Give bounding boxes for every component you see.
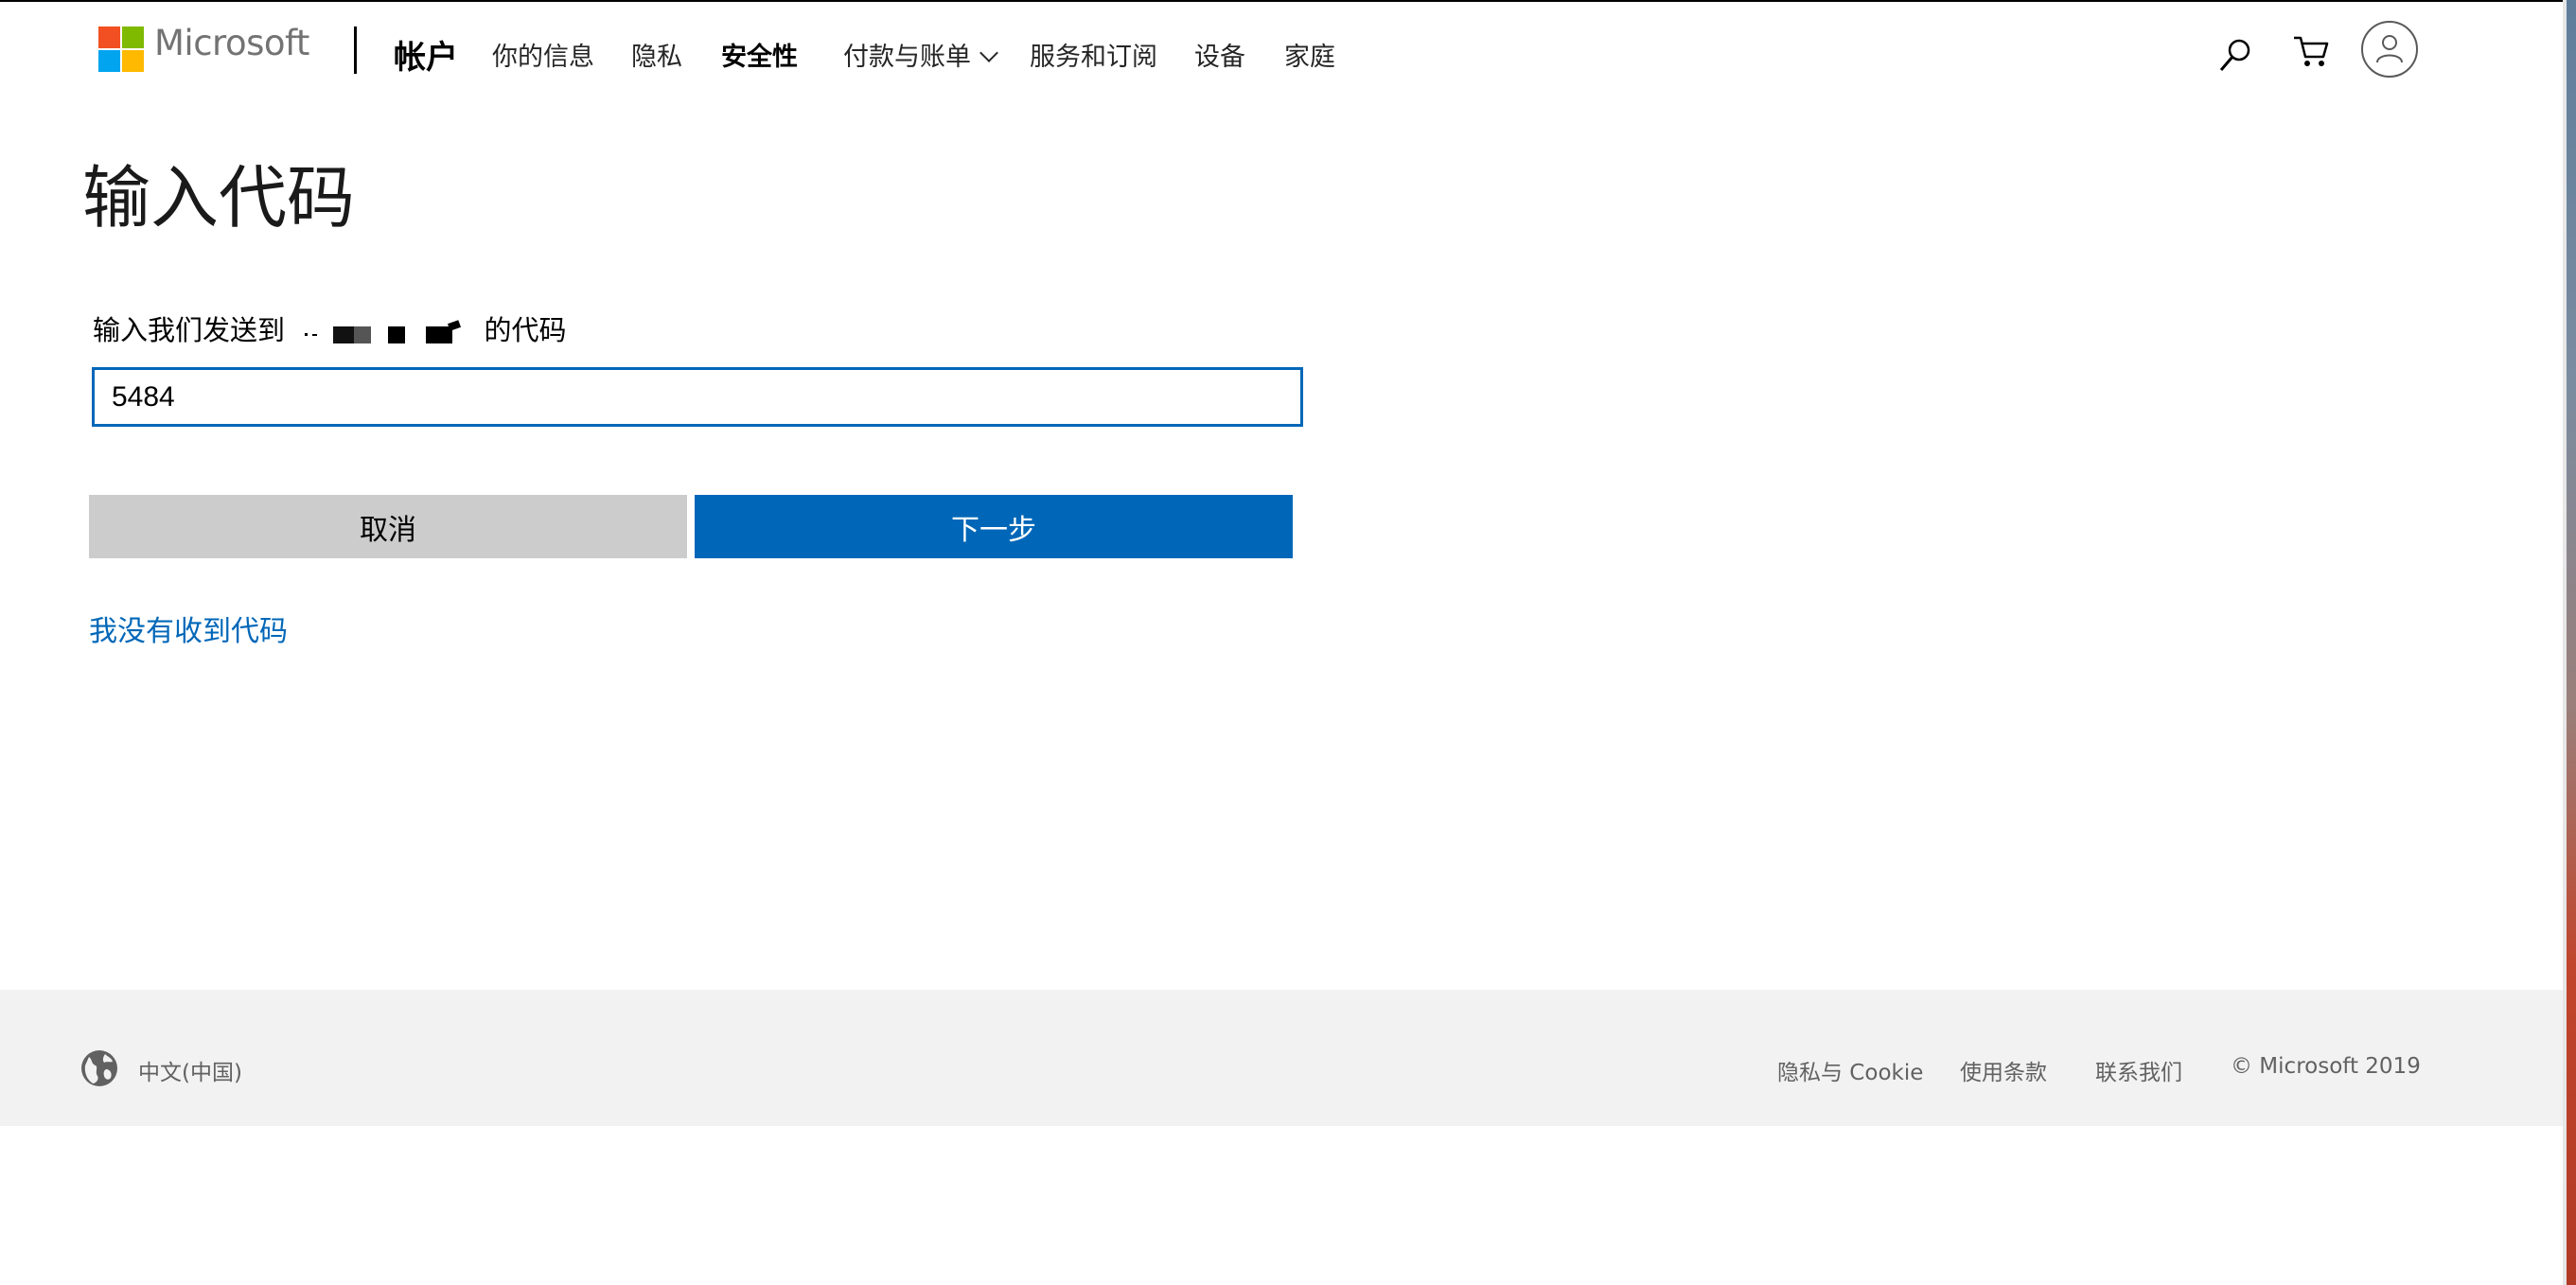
site-header: Microsoft 帐户 你的信息 隐私 安全性 付款与账单 服务和订阅 设备 … (0, 0, 2576, 104)
instruction-suffix: 的代码 (484, 314, 567, 346)
page: Microsoft 帐户 你的信息 隐私 安全性 付款与账单 服务和订阅 设备 … (0, 0, 2576, 1285)
user-icon[interactable] (2361, 21, 2418, 78)
microsoft-logo-icon[interactable] (98, 26, 144, 72)
terms-of-use-link[interactable]: 使用条款 (1960, 1054, 2047, 1086)
no-code-received-link[interactable]: 我没有收到代码 (89, 607, 288, 649)
privacy-cookie-link[interactable]: 隐私与 Cookie (1777, 1054, 1923, 1086)
code-input[interactable] (92, 367, 1303, 427)
nav-payment-billing[interactable]: 付款与账单 (843, 36, 998, 73)
cancel-button[interactable]: 取消 (89, 495, 687, 558)
account-section-title[interactable]: 帐户 (394, 31, 458, 78)
page-title: 输入代码 (82, 158, 356, 238)
locale-selector[interactable]: 中文(中国) (138, 1054, 242, 1086)
nav-payment-billing-label: 付款与账单 (843, 43, 971, 72)
contact-us-link[interactable]: 联系我们 (2095, 1054, 2182, 1086)
header-divider (354, 26, 357, 74)
nav-privacy[interactable]: 隐私 (631, 36, 682, 73)
site-footer: 中文(中国) 隐私与 Cookie 使用条款 联系我们 © Microsoft … (0, 990, 2576, 1126)
chevron-down-icon (979, 44, 998, 62)
next-button[interactable]: 下一步 (695, 495, 1293, 558)
logo-yellow-square (122, 50, 144, 72)
nav-security[interactable]: 安全性 (721, 36, 798, 73)
brand-name[interactable]: Microsoft (154, 23, 309, 63)
desktop-background-strip (2567, 0, 2576, 1285)
logo-red-square (98, 26, 120, 48)
nav-devices[interactable]: 设备 (1194, 36, 1245, 73)
code-instruction: 输入我们发送到 的代码 (93, 308, 566, 348)
logo-blue-square (98, 50, 120, 72)
nav-services-subscriptions[interactable]: 服务和订阅 (1030, 36, 1157, 73)
nav-family[interactable]: 家庭 (1284, 36, 1335, 73)
nav-your-info[interactable]: 你的信息 (492, 36, 594, 73)
redacted-phone-number (297, 318, 471, 346)
instruction-prefix: 输入我们发送到 (93, 314, 286, 346)
globe-icon[interactable] (79, 1048, 119, 1088)
search-icon[interactable] (2217, 36, 2255, 74)
copyright-text: © Microsoft 2019 (2231, 1054, 2421, 1079)
cart-icon[interactable] (2292, 34, 2330, 68)
logo-green-square (122, 26, 144, 48)
